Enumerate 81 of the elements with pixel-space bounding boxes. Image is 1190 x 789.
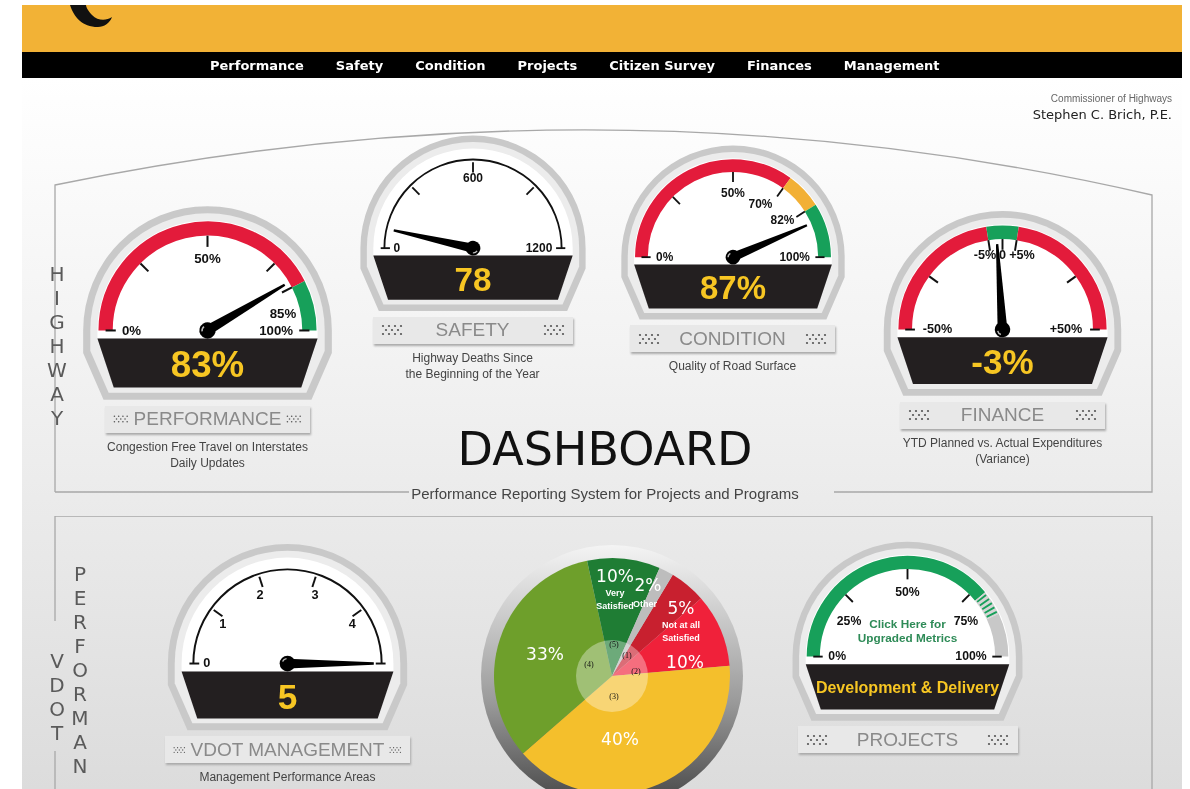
- nav-link[interactable]: Management: [843, 57, 940, 73]
- gauge-value: Development & Delivery: [815, 679, 1000, 697]
- commissioner-name: Stephen C. Brich, P.E.: [1032, 107, 1172, 122]
- gauge-title: SAFETY: [435, 319, 510, 342]
- gauge-description: Quality of Road Surface: [668, 358, 797, 375]
- dots-icon: [380, 323, 403, 338]
- nav-link[interactable]: Citizen Survey: [609, 57, 715, 73]
- slice-value: 10%: [666, 652, 704, 672]
- scale-label: 2: [256, 586, 264, 602]
- section-label: PERFORMAN: [70, 562, 90, 778]
- scale-label: 1200: [525, 240, 552, 255]
- scale-label: 70%: [748, 196, 772, 211]
- dots-icon: [987, 732, 1010, 747]
- dots-icon: [805, 732, 828, 747]
- gauge-title: VDOT MANAGEMENT: [190, 738, 385, 761]
- dashboard-subtitle: Performance Reporting System for Projects and Programs: [411, 485, 799, 502]
- slice-marker: (4): [584, 660, 594, 669]
- slice-value: 5%: [667, 598, 695, 618]
- nav-link[interactable]: Finances: [746, 57, 812, 73]
- scale-label: +5%: [1009, 248, 1035, 263]
- gauge-description: YTD Planned vs. Actual Expenditures (Variance): [902, 434, 1103, 467]
- nav-link[interactable]: Performance: [210, 57, 304, 73]
- gauge-title: PROJECTS: [856, 728, 959, 751]
- gauge-description: Congestion Free Travel on Interstates Daily Updates: [107, 438, 308, 472]
- scale-label: 0%: [121, 322, 142, 338]
- section-label: VDOT: [48, 649, 66, 745]
- pie-center: [576, 640, 648, 712]
- dots-icon: [908, 408, 930, 423]
- gauge-description: Highway Deaths Since the Beginning of the Year: [405, 349, 540, 382]
- scale-label: 0%: [655, 249, 673, 264]
- slice-caption: Very Satisfied: [596, 588, 634, 611]
- gauge-value: 78: [454, 260, 491, 298]
- scale-label: 600: [462, 170, 483, 185]
- slice-value: 10%: [596, 566, 634, 586]
- gauge-value: 87%: [699, 269, 766, 307]
- scale-label: 50%: [895, 585, 920, 600]
- gauge-value: 83%: [170, 344, 245, 386]
- scale-label: 50%: [720, 185, 745, 200]
- scale-label: 0: [999, 248, 1006, 263]
- scale-label: +50%: [1049, 322, 1083, 337]
- scale-label: 82%: [770, 213, 794, 228]
- scale-label: 85%: [269, 306, 297, 322]
- scale-label: 4: [348, 616, 356, 632]
- slice-marker: (1): [622, 651, 632, 660]
- scale-label: 100%: [955, 649, 987, 664]
- slice-caption: Not at all Satisfied: [662, 620, 700, 643]
- scale-label: -5%: [973, 248, 997, 263]
- scale-label: 0: [393, 240, 400, 255]
- scale-label: 3: [311, 586, 319, 602]
- scale-label: 100%: [779, 249, 810, 264]
- scale-label: 25%: [836, 613, 862, 628]
- gauge-title: CONDITION: [679, 327, 786, 350]
- gauge-title: FINANCE: [960, 404, 1045, 427]
- dashboard-heading: DASHBOARD: [457, 423, 753, 475]
- scale-label: 100%: [259, 322, 294, 338]
- scale-label: 0: [203, 655, 211, 671]
- dots-icon: [542, 323, 565, 338]
- slice-marker: (2): [631, 667, 641, 676]
- dots-icon: [1075, 408, 1097, 423]
- nav-link[interactable]: Safety: [335, 57, 384, 73]
- scale-label: 50%: [194, 251, 221, 267]
- logo-icon: [68, 5, 114, 29]
- commissioner-title: Commissioner of Highways: [1050, 93, 1172, 104]
- dots-icon: [638, 331, 660, 346]
- slice-marker: (3): [609, 692, 619, 701]
- slice-marker: (5): [609, 640, 619, 649]
- nav-link[interactable]: Condition: [415, 57, 486, 73]
- gauge-value: -3%: [971, 342, 1034, 382]
- gauge-title: PERFORMANCE: [133, 408, 282, 431]
- dots-icon: [805, 331, 827, 346]
- section-label: HIGHWAY: [47, 262, 67, 430]
- scale-label: 75%: [953, 613, 979, 628]
- scale-label: 1: [219, 616, 227, 632]
- scale-label: 0%: [828, 649, 847, 664]
- nav-link[interactable]: Projects: [517, 57, 578, 73]
- slice-value: 33%: [526, 644, 564, 664]
- gauge-value: 5: [277, 676, 298, 716]
- slice-caption: Other: [633, 599, 657, 609]
- scale-label: -50%: [922, 322, 953, 337]
- gauge-description: Management Performance Areas: [199, 769, 376, 786]
- slice-value: 40%: [601, 729, 639, 749]
